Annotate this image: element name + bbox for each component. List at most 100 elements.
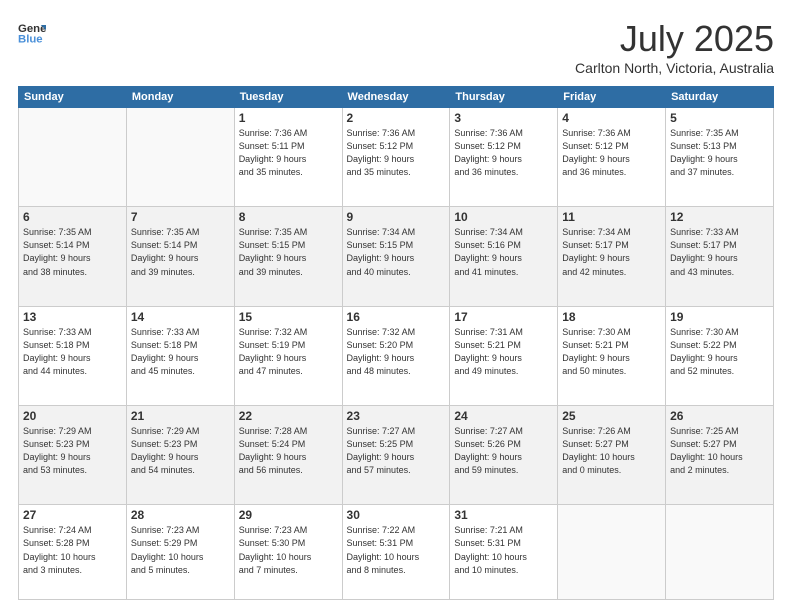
day-number: 25 [562, 409, 661, 423]
calendar-cell: 13 Sunrise: 7:33 AM Sunset: 5:18 PM Dayli… [19, 306, 127, 405]
day-of-week-header: Sunday [19, 87, 127, 108]
day-number: 6 [23, 210, 122, 224]
calendar-cell: 29 Sunrise: 7:23 AM Sunset: 5:30 PM Dayli… [234, 505, 342, 600]
day-number: 17 [454, 310, 553, 324]
day-info: Sunrise: 7:34 AM Sunset: 5:15 PM Dayligh… [347, 226, 446, 278]
day-number: 4 [562, 111, 661, 125]
day-of-week-header: Monday [126, 87, 234, 108]
day-number: 31 [454, 508, 553, 522]
day-info: Sunrise: 7:33 AM Sunset: 5:17 PM Dayligh… [670, 226, 769, 278]
day-info: Sunrise: 7:32 AM Sunset: 5:19 PM Dayligh… [239, 326, 338, 378]
calendar-cell: 11 Sunrise: 7:34 AM Sunset: 5:17 PM Dayli… [558, 207, 666, 306]
day-number: 13 [23, 310, 122, 324]
day-info: Sunrise: 7:35 AM Sunset: 5:15 PM Dayligh… [239, 226, 338, 278]
calendar-cell: 3 Sunrise: 7:36 AM Sunset: 5:12 PM Daylig… [450, 108, 558, 207]
day-number: 5 [670, 111, 769, 125]
day-info: Sunrise: 7:36 AM Sunset: 5:12 PM Dayligh… [454, 127, 553, 179]
day-number: 18 [562, 310, 661, 324]
day-info: Sunrise: 7:36 AM Sunset: 5:12 PM Dayligh… [562, 127, 661, 179]
day-number: 16 [347, 310, 446, 324]
day-number: 7 [131, 210, 230, 224]
day-number: 9 [347, 210, 446, 224]
day-info: Sunrise: 7:36 AM Sunset: 5:12 PM Dayligh… [347, 127, 446, 179]
calendar-cell: 10 Sunrise: 7:34 AM Sunset: 5:16 PM Dayli… [450, 207, 558, 306]
day-number: 28 [131, 508, 230, 522]
day-info: Sunrise: 7:33 AM Sunset: 5:18 PM Dayligh… [131, 326, 230, 378]
day-info: Sunrise: 7:21 AM Sunset: 5:31 PM Dayligh… [454, 524, 553, 576]
calendar-cell [126, 108, 234, 207]
day-number: 29 [239, 508, 338, 522]
day-info: Sunrise: 7:23 AM Sunset: 5:30 PM Dayligh… [239, 524, 338, 576]
calendar-week-row: 13 Sunrise: 7:33 AM Sunset: 5:18 PM Dayli… [19, 306, 774, 405]
svg-text:Blue: Blue [18, 34, 43, 46]
calendar-week-row: 27 Sunrise: 7:24 AM Sunset: 5:28 PM Dayli… [19, 505, 774, 600]
day-info: Sunrise: 7:25 AM Sunset: 5:27 PM Dayligh… [670, 425, 769, 477]
calendar-week-row: 1Sunrise: 7:36 AM Sunset: 5:11 PM Daylig… [19, 108, 774, 207]
calendar-week-row: 6 Sunrise: 7:35 AM Sunset: 5:14 PM Daylig… [19, 207, 774, 306]
day-number: 14 [131, 310, 230, 324]
calendar-cell: 24Sunrise: 7:27 AM Sunset: 5:26 PM Dayli… [450, 406, 558, 505]
day-info: Sunrise: 7:30 AM Sunset: 5:22 PM Dayligh… [670, 326, 769, 378]
day-number: 11 [562, 210, 661, 224]
calendar-cell: 14 Sunrise: 7:33 AM Sunset: 5:18 PM Dayli… [126, 306, 234, 405]
calendar-cell: 5 Sunrise: 7:35 AM Sunset: 5:13 PM Daylig… [666, 108, 774, 207]
day-info: Sunrise: 7:35 AM Sunset: 5:13 PM Dayligh… [670, 127, 769, 179]
day-number: 26 [670, 409, 769, 423]
day-number: 23 [347, 409, 446, 423]
day-info: Sunrise: 7:22 AM Sunset: 5:31 PM Dayligh… [347, 524, 446, 576]
day-number: 1 [239, 111, 338, 125]
day-info: Sunrise: 7:31 AM Sunset: 5:21 PM Dayligh… [454, 326, 553, 378]
day-info: Sunrise: 7:34 AM Sunset: 5:17 PM Dayligh… [562, 226, 661, 278]
calendar-cell: 31 Sunrise: 7:21 AM Sunset: 5:31 PM Dayli… [450, 505, 558, 600]
calendar-cell: 7 Sunrise: 7:35 AM Sunset: 5:14 PM Daylig… [126, 207, 234, 306]
calendar-cell: 1Sunrise: 7:36 AM Sunset: 5:11 PM Daylig… [234, 108, 342, 207]
day-info: Sunrise: 7:33 AM Sunset: 5:18 PM Dayligh… [23, 326, 122, 378]
title-block: July 2025 Carlton North, Victoria, Austr… [575, 18, 774, 76]
calendar-cell: 23Sunrise: 7:27 AM Sunset: 5:25 PM Dayli… [342, 406, 450, 505]
day-number: 12 [670, 210, 769, 224]
day-number: 10 [454, 210, 553, 224]
day-number: 24 [454, 409, 553, 423]
day-info: Sunrise: 7:35 AM Sunset: 5:14 PM Dayligh… [131, 226, 230, 278]
day-info: Sunrise: 7:29 AM Sunset: 5:23 PM Dayligh… [23, 425, 122, 477]
calendar-cell: 19 Sunrise: 7:30 AM Sunset: 5:22 PM Dayli… [666, 306, 774, 405]
day-number: 22 [239, 409, 338, 423]
calendar-cell: 25 Sunrise: 7:26 AM Sunset: 5:27 PM Dayli… [558, 406, 666, 505]
day-of-week-header: Friday [558, 87, 666, 108]
day-number: 8 [239, 210, 338, 224]
day-number: 19 [670, 310, 769, 324]
day-number: 3 [454, 111, 553, 125]
calendar-cell: 15Sunrise: 7:32 AM Sunset: 5:19 PM Dayli… [234, 306, 342, 405]
calendar-cell: 27 Sunrise: 7:24 AM Sunset: 5:28 PM Dayli… [19, 505, 127, 600]
day-info: Sunrise: 7:29 AM Sunset: 5:23 PM Dayligh… [131, 425, 230, 477]
day-number: 21 [131, 409, 230, 423]
calendar-cell: 8 Sunrise: 7:35 AM Sunset: 5:15 PM Daylig… [234, 207, 342, 306]
logo: General Blue [18, 18, 46, 46]
day-info: Sunrise: 7:32 AM Sunset: 5:20 PM Dayligh… [347, 326, 446, 378]
calendar-cell [666, 505, 774, 600]
day-number: 2 [347, 111, 446, 125]
calendar-cell: 2 Sunrise: 7:36 AM Sunset: 5:12 PM Daylig… [342, 108, 450, 207]
calendar-cell [558, 505, 666, 600]
day-info: Sunrise: 7:34 AM Sunset: 5:16 PM Dayligh… [454, 226, 553, 278]
day-info: Sunrise: 7:30 AM Sunset: 5:21 PM Dayligh… [562, 326, 661, 378]
calendar-cell: 20Sunrise: 7:29 AM Sunset: 5:23 PM Dayli… [19, 406, 127, 505]
subtitle: Carlton North, Victoria, Australia [575, 60, 774, 76]
calendar-header-row: SundayMondayTuesdayWednesdayThursdayFrid… [19, 87, 774, 108]
calendar-cell [19, 108, 127, 207]
day-number: 30 [347, 508, 446, 522]
day-info: Sunrise: 7:35 AM Sunset: 5:14 PM Dayligh… [23, 226, 122, 278]
calendar-cell: 9 Sunrise: 7:34 AM Sunset: 5:15 PM Daylig… [342, 207, 450, 306]
calendar-cell: 30 Sunrise: 7:22 AM Sunset: 5:31 PM Dayli… [342, 505, 450, 600]
calendar-cell: 26 Sunrise: 7:25 AM Sunset: 5:27 PM Dayli… [666, 406, 774, 505]
calendar-cell: 28 Sunrise: 7:23 AM Sunset: 5:29 PM Dayli… [126, 505, 234, 600]
day-info: Sunrise: 7:24 AM Sunset: 5:28 PM Dayligh… [23, 524, 122, 576]
calendar-cell: 22Sunrise: 7:28 AM Sunset: 5:24 PM Dayli… [234, 406, 342, 505]
calendar-week-row: 20Sunrise: 7:29 AM Sunset: 5:23 PM Dayli… [19, 406, 774, 505]
day-of-week-header: Saturday [666, 87, 774, 108]
calendar-cell: 17 Sunrise: 7:31 AM Sunset: 5:21 PM Dayli… [450, 306, 558, 405]
day-info: Sunrise: 7:23 AM Sunset: 5:29 PM Dayligh… [131, 524, 230, 576]
day-number: 27 [23, 508, 122, 522]
calendar-cell: 18 Sunrise: 7:30 AM Sunset: 5:21 PM Dayli… [558, 306, 666, 405]
day-info: Sunrise: 7:26 AM Sunset: 5:27 PM Dayligh… [562, 425, 661, 477]
